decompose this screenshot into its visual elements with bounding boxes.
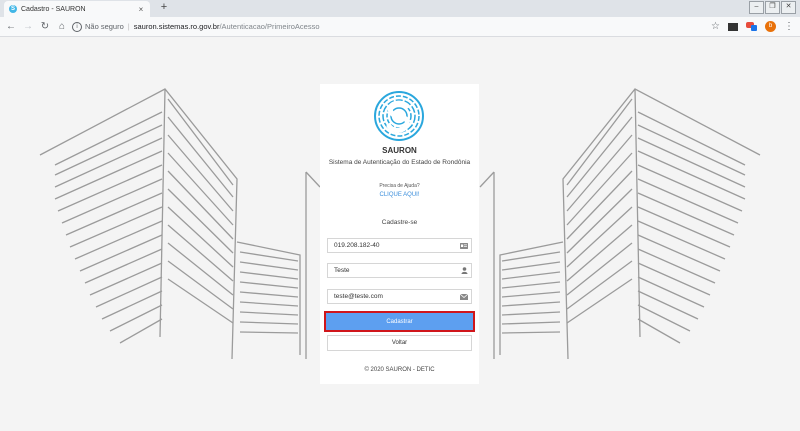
toolbar-actions: ☆ b ⋮ bbox=[711, 19, 794, 34]
info-icon[interactable]: i bbox=[72, 21, 82, 32]
restore-icon[interactable]: ❐ bbox=[765, 1, 780, 14]
back-arrow-icon[interactable]: ← bbox=[4, 19, 18, 34]
id-card-icon bbox=[457, 239, 471, 252]
close-window-icon[interactable]: ✕ bbox=[781, 1, 796, 14]
section-title: Cadastre-se bbox=[381, 219, 418, 226]
envelope-icon bbox=[457, 290, 471, 303]
minimize-icon[interactable]: – bbox=[749, 1, 764, 14]
profile-avatar[interactable]: b bbox=[765, 21, 776, 32]
insecure-label: Não seguro bbox=[85, 22, 124, 31]
sauron-favicon-icon: S bbox=[9, 5, 17, 13]
home-icon[interactable]: ⌂ bbox=[55, 19, 69, 34]
email-input[interactable] bbox=[328, 290, 457, 303]
registration-card: SAURON Sistema de Autenticação do Estado… bbox=[320, 84, 479, 384]
cadastrar-button[interactable]: Cadastrar bbox=[324, 311, 475, 332]
bookmark-star-icon[interactable]: ☆ bbox=[711, 21, 720, 32]
kebab-menu-icon[interactable]: ⋮ bbox=[784, 21, 794, 32]
help-question: Precisa de Ajuda? bbox=[379, 183, 420, 189]
voltar-button[interactable]: Voltar bbox=[327, 335, 472, 351]
name-input[interactable] bbox=[328, 264, 457, 277]
email-field[interactable] bbox=[327, 289, 472, 304]
cpf-input[interactable] bbox=[328, 239, 457, 252]
browser-tabstrip: S Cadastro - SAURON × + – ❐ ✕ bbox=[0, 0, 800, 17]
name-field[interactable] bbox=[327, 263, 472, 278]
reload-icon[interactable]: ↻ bbox=[38, 19, 52, 34]
footer-copyright: © 2020 SAURON - DETIC bbox=[364, 367, 435, 373]
address-bar[interactable]: i Não seguro | sauron.sistemas.ro.gov.br… bbox=[72, 19, 712, 34]
extension-badge-icon[interactable] bbox=[746, 22, 757, 31]
browser-toolbar: ← → ↻ ⌂ i Não seguro | sauron.sistemas.r… bbox=[0, 17, 800, 37]
system-subtitle: Sistema de Autenticação do Estado de Ron… bbox=[328, 159, 471, 166]
cpf-field[interactable] bbox=[327, 238, 472, 253]
url-host: sauron.sistemas.ro.gov.br bbox=[133, 22, 220, 31]
sauron-logo bbox=[374, 91, 424, 141]
status-bar bbox=[0, 426, 800, 431]
brand-name: SAURON bbox=[382, 146, 417, 155]
window-controls: – ❐ ✕ bbox=[749, 1, 796, 14]
tab-close-icon[interactable]: × bbox=[136, 5, 146, 14]
help-link[interactable]: CLIQUE AQUI! bbox=[320, 192, 479, 198]
new-tab-button[interactable]: + bbox=[158, 1, 170, 13]
forward-arrow-icon[interactable]: → bbox=[21, 19, 35, 34]
tab-title: Cadastro - SAURON bbox=[21, 5, 86, 13]
url-path: /Autenticacao/PrimeiroAcesso bbox=[219, 22, 320, 31]
browser-tab[interactable]: S Cadastro - SAURON × bbox=[4, 1, 150, 17]
extension-icon[interactable] bbox=[728, 22, 738, 31]
user-icon bbox=[457, 264, 471, 277]
address-separator: | bbox=[127, 22, 130, 31]
